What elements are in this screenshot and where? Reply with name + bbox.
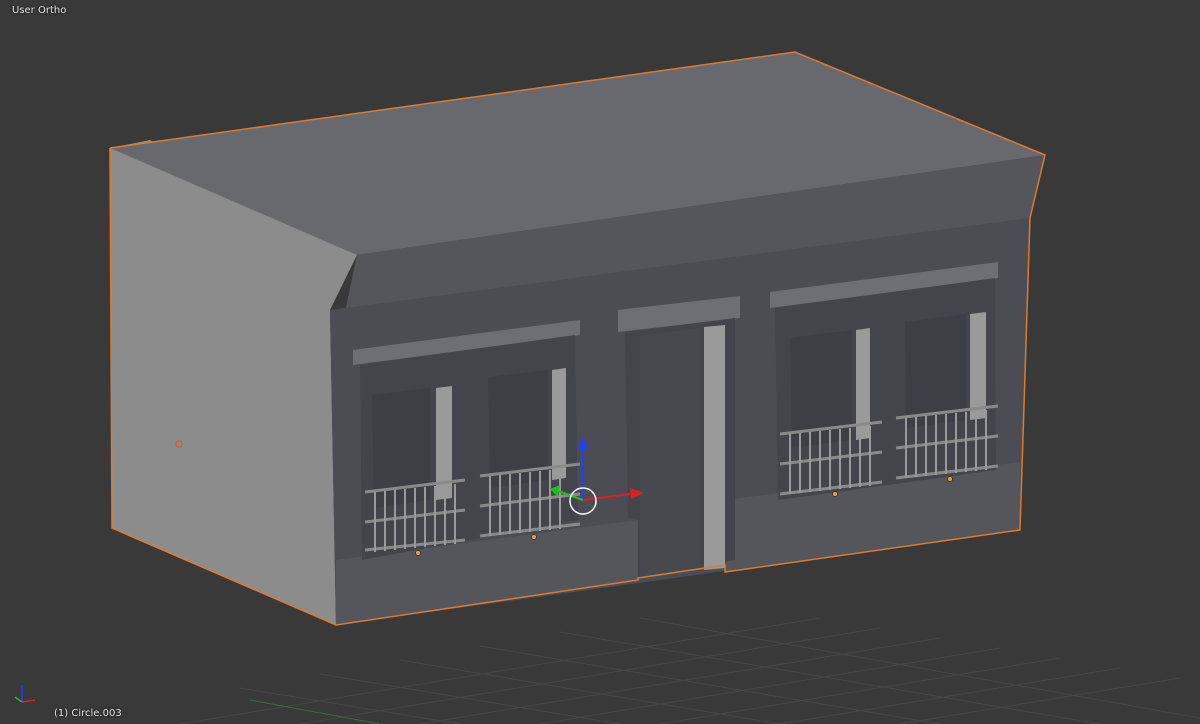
grid-y-axis-line	[249, 699, 381, 724]
window-group-right[interactable]	[770, 262, 999, 500]
window-group-left[interactable]	[353, 320, 581, 560]
active-object-label: (1) Circle.003	[54, 708, 122, 719]
view-axis-widget	[14, 685, 36, 703]
floor-grid	[179, 617, 1200, 724]
scene-canvas[interactable]	[0, 0, 1200, 724]
3d-viewport[interactable]: User Ortho (1) Circle.003	[0, 0, 1200, 724]
view-name-label: User Ortho	[12, 5, 67, 16]
